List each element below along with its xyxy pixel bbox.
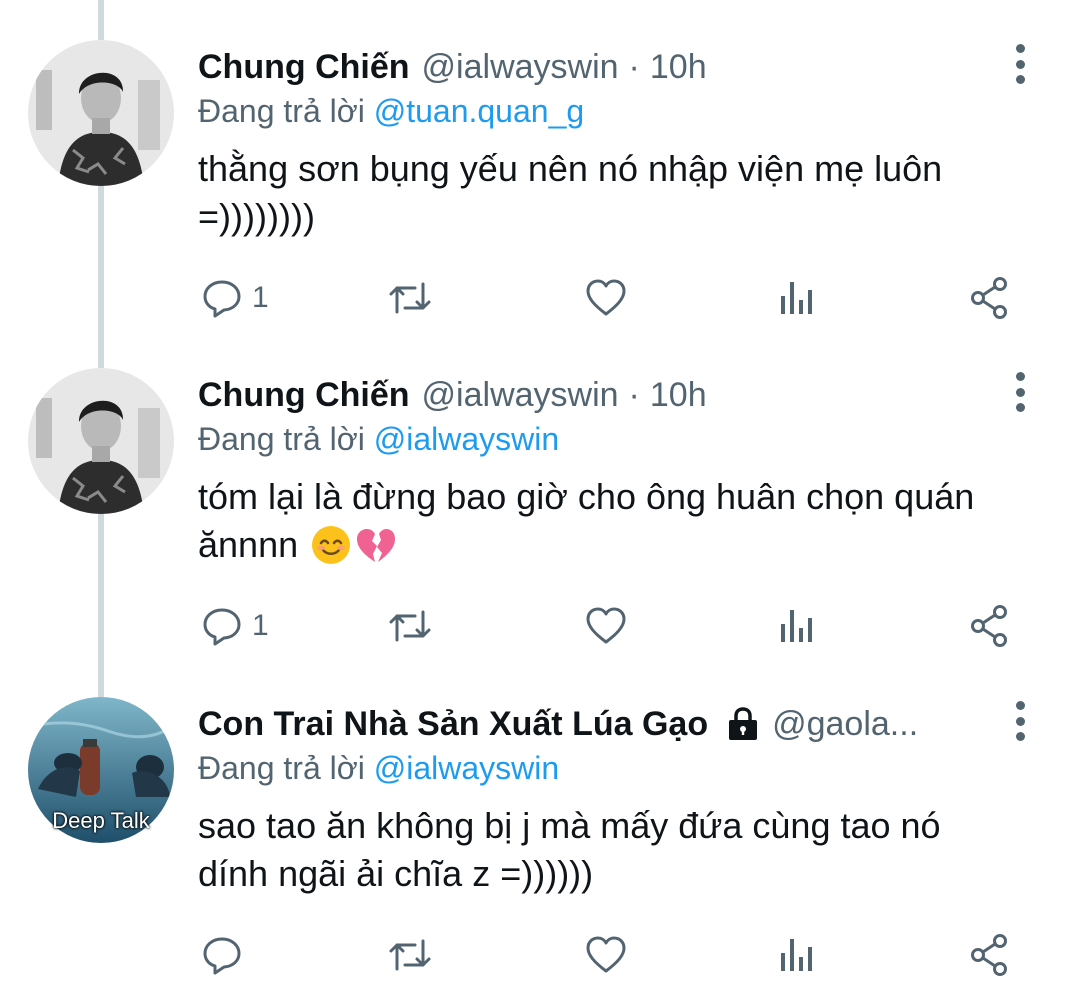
tweet-text: thằng sơn bụng yếu nên nó nhập viện mẹ l… (198, 145, 1048, 241)
action-bar (198, 933, 1018, 979)
separator: · (628, 47, 640, 86)
views-button[interactable] (778, 933, 826, 977)
reply-icon (203, 937, 241, 975)
reply-count: 1 (252, 609, 269, 642)
separator: · (628, 375, 640, 414)
reply-button[interactable]: 1 (200, 604, 269, 648)
share-button[interactable] (968, 933, 1012, 977)
retweet-button[interactable] (386, 604, 442, 648)
more-options-icon[interactable] (1008, 372, 1032, 412)
retweet-button[interactable] (386, 933, 442, 977)
replying-to: Đang trả lời @ialwayswin (198, 750, 559, 787)
more-options-icon[interactable] (1008, 44, 1032, 84)
display-name[interactable]: Chung Chiến (198, 376, 410, 415)
avatar[interactable] (28, 40, 174, 186)
replying-to: Đang trả lời @tuan.quan_g (198, 93, 584, 130)
avatar-caption: Deep Talk (52, 808, 150, 833)
tweet-header: Con Trai Nhà Sản Xuất Lúa Gạo @gaola... (198, 699, 918, 749)
reply-button[interactable]: 1 (200, 276, 269, 320)
replying-mention[interactable]: @ialwayswin (374, 421, 559, 457)
reply-icon (203, 608, 241, 646)
tweet-text: tóm lại là đừng bao giờ cho ông huân chọ… (198, 473, 1048, 569)
tweet-text-line: dính ngãi ải chĩa z =)))))) (198, 853, 594, 894)
reply-button[interactable] (200, 933, 252, 977)
replying-mention[interactable]: @tuan.quan_g (374, 93, 584, 129)
share-icon (971, 934, 1007, 976)
tweet-text-line: =)))))))) (198, 196, 315, 237)
analytics-icon (781, 939, 812, 971)
analytics-icon (781, 610, 812, 642)
share-icon (971, 277, 1007, 319)
reply-count: 1 (252, 281, 269, 314)
timestamp[interactable]: 10h (650, 48, 707, 87)
tweet-text-line: tóm lại là đừng bao giờ cho ông huân chọ… (198, 476, 975, 517)
heart-icon (586, 607, 626, 644)
avatar-photo-icon (28, 368, 174, 514)
avatar[interactable] (28, 368, 174, 514)
tweet-text-line-2: ănnnn (198, 521, 1048, 569)
avatar-photo-icon (28, 40, 174, 186)
replying-prefix: Đang trả lời (198, 93, 365, 129)
reply-icon (203, 280, 241, 318)
timestamp[interactable]: 10h (650, 376, 707, 415)
tweet-text-line: thằng sơn bụng yếu nên nó nhập viện mẹ l… (198, 148, 943, 189)
tweet[interactable]: Chung Chiến @ialwayswin · 10h Đang trả l… (0, 368, 1080, 668)
share-icon (971, 605, 1007, 647)
retweet-button[interactable] (386, 276, 442, 320)
share-button[interactable] (968, 276, 1012, 320)
tweet-text-line: ănnnn (198, 524, 299, 565)
more-options-icon[interactable] (1008, 701, 1032, 741)
thread-line (98, 0, 104, 40)
user-handle[interactable]: @gaola... (772, 705, 918, 744)
replying-prefix: Đang trả lời (198, 750, 365, 786)
analytics-icon (781, 282, 812, 314)
retweet-icon (389, 939, 431, 971)
smiling-emoji-icon (312, 526, 351, 564)
broken-heart-emoji-icon (357, 529, 396, 562)
like-button[interactable] (584, 933, 636, 977)
retweet-icon (389, 610, 431, 642)
user-handle[interactable]: @ialwayswin (422, 376, 619, 415)
tweet[interactable]: Chung Chiến @ialwayswin · 10h Đang trả l… (0, 40, 1080, 340)
tweet-text-line: sao tao ăn không bị j mà mấy đứa cùng ta… (198, 805, 941, 846)
display-name[interactable]: Con Trai Nhà Sản Xuất Lúa Gạo (198, 705, 708, 744)
tweet-text: sao tao ăn không bị j mà mấy đứa cùng ta… (198, 802, 1048, 898)
share-button[interactable] (968, 604, 1012, 648)
tweet-header: Chung Chiến @ialwayswin · 10h (198, 370, 707, 420)
heart-icon (586, 936, 626, 973)
display-name[interactable]: Chung Chiến (198, 48, 410, 87)
like-button[interactable] (584, 276, 636, 320)
replying-prefix: Đang trả lời (198, 421, 365, 457)
action-bar: 1 (198, 276, 1018, 322)
tweet[interactable]: Deep Talk Con Trai Nhà Sản Xuất Lúa Gạo … (0, 697, 1080, 997)
views-button[interactable] (778, 276, 826, 320)
lock-icon (726, 707, 760, 741)
replying-mention[interactable]: @ialwayswin (374, 750, 559, 786)
user-handle[interactable]: @ialwayswin (422, 48, 619, 87)
retweet-icon (389, 282, 431, 314)
tweet-header: Chung Chiến @ialwayswin · 10h (198, 42, 707, 92)
action-bar: 1 (198, 604, 1018, 650)
views-button[interactable] (778, 604, 826, 648)
like-button[interactable] (584, 604, 636, 648)
heart-icon (586, 279, 626, 316)
replying-to: Đang trả lời @ialwayswin (198, 421, 559, 458)
